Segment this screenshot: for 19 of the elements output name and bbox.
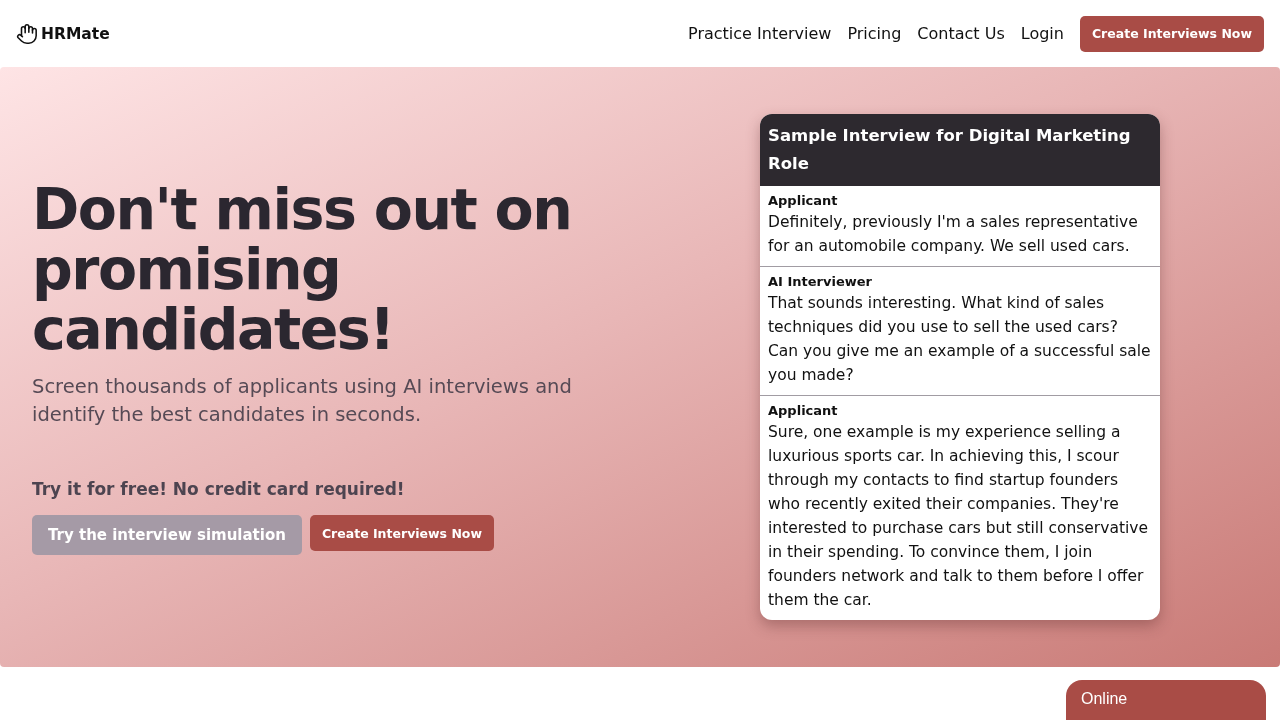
- hand-icon: [16, 22, 38, 45]
- speaker-label: Applicant: [768, 192, 839, 210]
- nav-link[interactable]: Contact Us: [917, 24, 1005, 43]
- hero-subtitle: Screen thousands of applicants using AI interviews and identify the best candidates in seconds.: [32, 374, 573, 428]
- message-text: That sounds interesting. What kind of sales techniques did you use to sell the used cars? Can you give me an example of a successful sale you made?: [768, 293, 1152, 386]
- create-interviews-button[interactable]: Create Interviews Now: [1079, 15, 1264, 52]
- nav-link[interactable]: Pricing: [847, 24, 902, 43]
- card-title: Sample Interview for Digital Marketing Role: [760, 114, 1160, 186]
- nav-link[interactable]: Login: [1020, 24, 1064, 43]
- nav-link[interactable]: Practice Interview: [688, 24, 832, 43]
- message-text: Sure, one example is my experience selling a luxurious sports car. In achieving this, I scour through my contacts to find startup founders who recently exited their companies. They're interested to purchase cars but still conservative in their spending. To convince them, I join founders network and talk to them before I offer them the car.: [768, 422, 1149, 611]
- message-text: Definitely, previously I'm a sales representative for an automobile company. We sell used cars.: [768, 212, 1139, 257]
- free-trial-note: Try it for free! No credit card required!: [32, 479, 406, 499]
- speaker-label: AI Interviewer: [768, 273, 873, 291]
- create-interviews-button[interactable]: Create Interviews Now: [309, 515, 494, 551]
- speaker-label: Applicant: [768, 402, 839, 420]
- brand-name[interactable]: HRMate: [41, 24, 110, 43]
- hero-title: Don't miss out on promising candidates!: [32, 179, 573, 359]
- chat-status-tab[interactable]: Online: [1066, 680, 1266, 720]
